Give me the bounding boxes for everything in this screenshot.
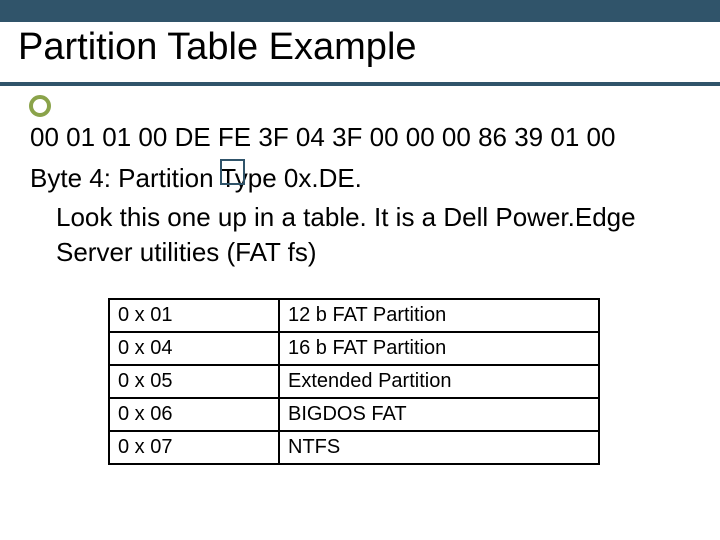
lookup-text: Look this one up in a table. It is a Del… [56, 200, 686, 270]
type-code: 0 x 06 [109, 398, 279, 431]
byte-description-text: Byte 4: Partition Type 0x.DE. [30, 163, 362, 193]
accent-bar [0, 0, 720, 22]
type-desc: NTFS [279, 431, 599, 464]
type-code: 0 x 05 [109, 365, 279, 398]
type-desc: 16 b FAT Partition [279, 332, 599, 365]
partition-type-table: 0 x 01 12 b FAT Partition 0 x 04 16 b FA… [108, 298, 600, 465]
title-underline [0, 82, 720, 86]
table-row: 0 x 05 Extended Partition [109, 365, 599, 398]
byte-description-line: Byte 4: Partition Type 0x.DE. [30, 161, 700, 196]
type-code: 0 x 07 [109, 431, 279, 464]
table-row: 0 x 07 NTFS [109, 431, 599, 464]
type-desc: Extended Partition [279, 365, 599, 398]
table-row: 0 x 04 16 b FAT Partition [109, 332, 599, 365]
type-desc: 12 b FAT Partition [279, 299, 599, 332]
bullet-dot-icon [29, 95, 51, 117]
type-desc: BIGDOS FAT [279, 398, 599, 431]
table-row: 0 x 01 12 b FAT Partition [109, 299, 599, 332]
hex-bytes-line: 00 01 01 00 DE FE 3F 04 3F 00 00 00 86 3… [30, 120, 700, 155]
slide: Partition Table Example 00 01 01 00 DE F… [0, 0, 720, 540]
table-row: 0 x 06 BIGDOS FAT [109, 398, 599, 431]
slide-title: Partition Table Example [18, 26, 417, 69]
type-code: 0 x 01 [109, 299, 279, 332]
type-code: 0 x 04 [109, 332, 279, 365]
content-area: 00 01 01 00 DE FE 3F 04 3F 00 00 00 86 3… [30, 120, 700, 270]
